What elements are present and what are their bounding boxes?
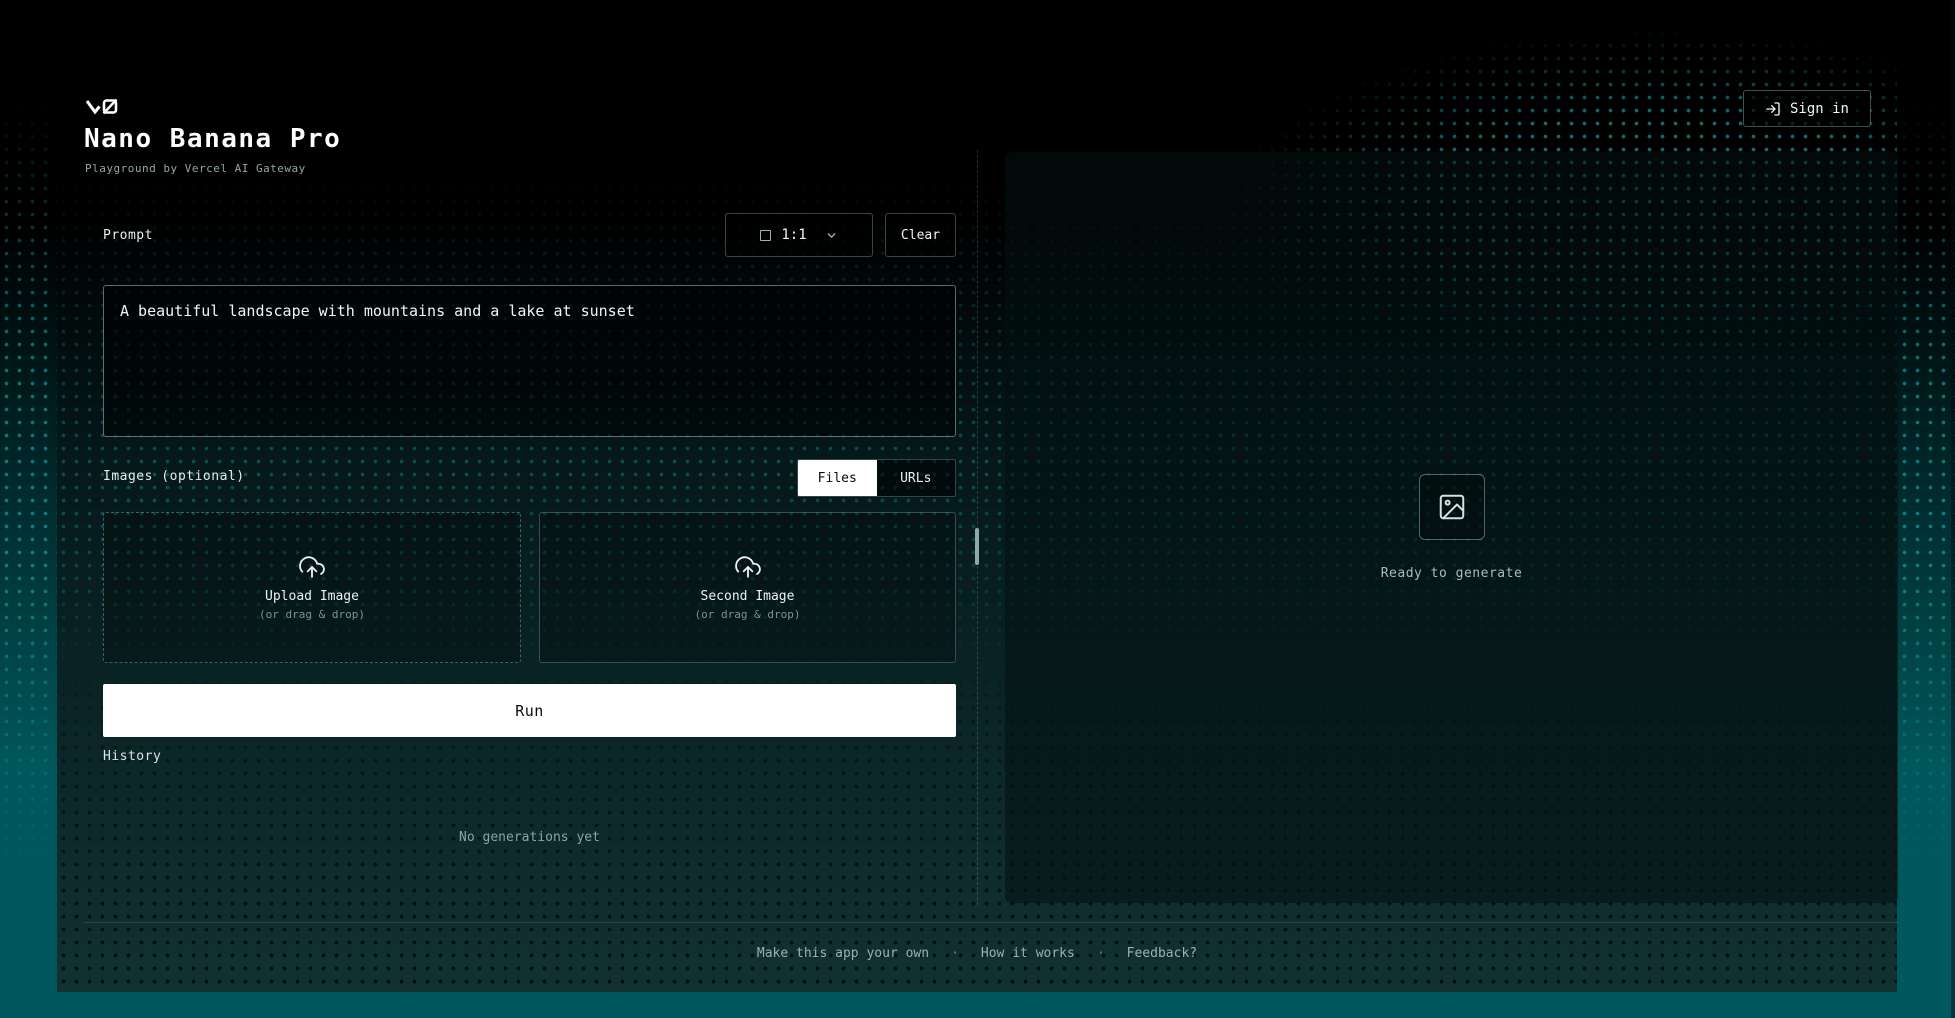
square-aspect-icon xyxy=(760,230,771,241)
prompt-label: Prompt xyxy=(103,228,153,243)
footer-link-make-your-own[interactable]: Make this app your own xyxy=(757,946,929,961)
dropzone-hint: (or drag & drop) xyxy=(259,608,365,621)
footer-links: Make this app your own · How it works · … xyxy=(57,946,1897,961)
tab-urls[interactable]: URLs xyxy=(877,460,956,496)
history-label: History xyxy=(103,749,161,764)
sign-in-button[interactable]: Sign in xyxy=(1743,90,1871,127)
dropzone-title: Upload Image xyxy=(265,589,359,604)
preview-icon-box xyxy=(1419,474,1485,540)
images-optional-label: Images (optional) xyxy=(103,469,245,484)
sign-in-label: Sign in xyxy=(1790,101,1849,117)
footer-link-how-it-works[interactable]: How it works xyxy=(981,946,1075,961)
upload-cloud-icon xyxy=(299,554,325,580)
panel-resize-handle[interactable] xyxy=(975,528,979,565)
aspect-ratio-value: 1:1 xyxy=(781,227,806,243)
upload-cloud-icon xyxy=(735,554,761,580)
upload-image-dropzone[interactable]: Upload Image (or drag & drop) xyxy=(103,512,521,663)
v0-logo-icon xyxy=(85,97,121,116)
image-source-toggle: Files URLs xyxy=(797,459,956,497)
footer-divider xyxy=(84,922,1898,923)
clear-button[interactable]: Clear xyxy=(885,213,956,257)
aspect-ratio-dropdown[interactable]: 1:1 xyxy=(725,213,873,257)
image-placeholder-icon xyxy=(1437,492,1467,522)
page-background: Nano Banana Pro Playground by Vercel AI … xyxy=(0,0,1955,1018)
run-button[interactable]: Run xyxy=(103,684,956,737)
preview-status-text: Ready to generate xyxy=(1381,566,1523,581)
history-empty-text: No generations yet xyxy=(103,830,956,845)
chevron-down-icon xyxy=(825,229,838,242)
footer-separator: · xyxy=(1097,946,1105,961)
page-title: Nano Banana Pro xyxy=(84,124,341,154)
page-scrollbar[interactable] xyxy=(1951,0,1955,1018)
dropzone-title: Second Image xyxy=(701,589,795,604)
prompt-input[interactable]: A beautiful landscape with mountains and… xyxy=(103,285,956,437)
dropzone-hint: (or drag & drop) xyxy=(695,608,801,621)
page-subtitle: Playground by Vercel AI Gateway xyxy=(85,162,306,175)
log-in-icon xyxy=(1765,101,1781,117)
footer-separator: · xyxy=(951,946,959,961)
footer-link-feedback[interactable]: Feedback? xyxy=(1127,946,1197,961)
preview-panel: Ready to generate xyxy=(1005,152,1898,903)
second-image-dropzone[interactable]: Second Image (or drag & drop) xyxy=(539,512,956,663)
tab-files[interactable]: Files xyxy=(798,460,877,496)
